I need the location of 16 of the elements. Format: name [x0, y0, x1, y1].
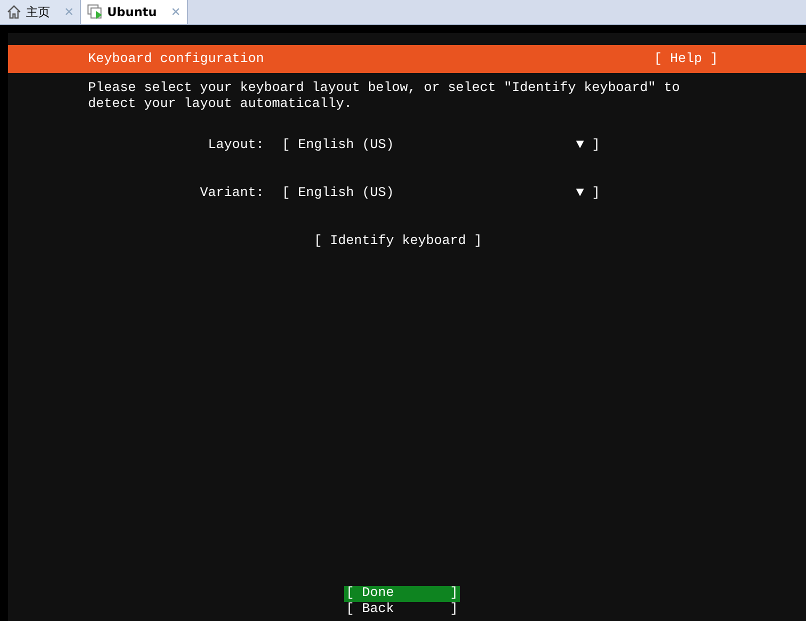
menu-button[interactable]: [ Back ] — [344, 602, 460, 618]
help-button[interactable]: [ Help ] — [654, 52, 718, 66]
menu-button[interactable]: [ Done ] — [344, 586, 460, 602]
tab[interactable]: 主页 ✕ — [0, 0, 82, 24]
dropdown[interactable]: [ English (US) ▼ ] — [282, 138, 600, 152]
field-label: Variant: — [199, 186, 264, 200]
field-label: Layout: — [207, 138, 264, 152]
identify-keyboard-button[interactable]: [ Identify keyboard ] — [314, 234, 482, 248]
tab-label: Ubuntu — [107, 5, 157, 19]
tab[interactable]: Ubuntu ✕ — [81, 0, 188, 24]
dropdown[interactable]: [ English (US) ▼ ] — [282, 186, 600, 200]
screen-title: Keyboard configuration — [88, 52, 264, 66]
instructions-text: Please select your keyboard layout below, or select "Identify keyboard" to detect your layout automatically. — [87, 80, 681, 113]
home-icon — [6, 4, 22, 20]
tab-label: 主页 — [26, 4, 50, 20]
vm-play-icon — [87, 4, 104, 20]
